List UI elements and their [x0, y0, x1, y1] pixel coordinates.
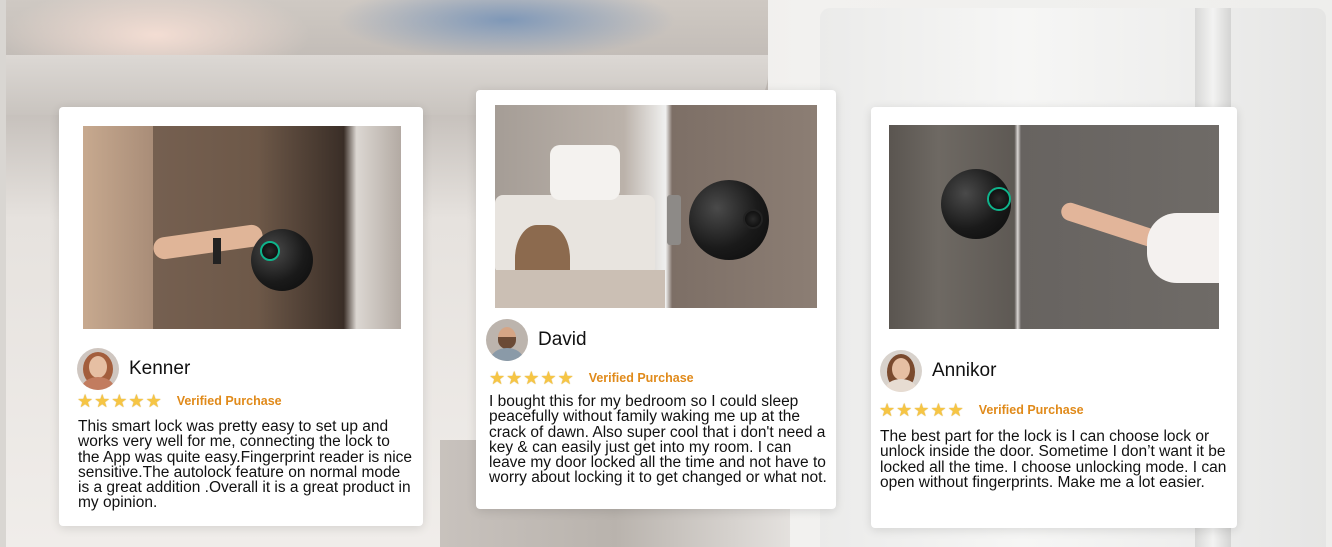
- star-rating: ★ ★ ★ ★ ★: [879, 401, 965, 419]
- avatar: [880, 350, 922, 392]
- review-card-kenner: Kenner ★ ★ ★ ★ ★ Verified Purchase This …: [59, 107, 423, 526]
- rating: ★ ★ ★ ★ ★ Verified Purchase: [879, 401, 1084, 419]
- star-icon: ★: [128, 391, 145, 411]
- review-text: The best part for the lock is I can choo…: [880, 428, 1227, 491]
- review-photo: [83, 126, 401, 329]
- star-icon: ★: [879, 400, 896, 420]
- reviewer-name: David: [538, 329, 587, 350]
- star-icon: ★: [540, 368, 557, 388]
- star-icon: ★: [111, 391, 128, 411]
- verified-purchase-label: Verified Purchase: [978, 403, 1084, 417]
- rating: ★ ★ ★ ★ ★ Verified Purchase: [489, 369, 694, 387]
- star-icon: ★: [145, 391, 162, 411]
- reviewer: Annikor: [880, 350, 996, 392]
- star-icon: ★: [896, 400, 913, 420]
- arm: [152, 223, 264, 261]
- verified-purchase-label: Verified Purchase: [176, 394, 282, 408]
- star-icon: ★: [523, 368, 540, 388]
- star-icon: ★: [489, 368, 506, 388]
- sleeve: [83, 126, 153, 329]
- star-rating: ★ ★ ★ ★ ★: [489, 369, 575, 387]
- star-rating: ★ ★ ★ ★ ★: [77, 392, 163, 410]
- review-photo: [889, 125, 1219, 329]
- review-card-david: David ★ ★ ★ ★ ★ Verified Purchase I boug…: [476, 90, 836, 509]
- review-text: This smart lock was pretty easy to set u…: [78, 418, 413, 512]
- reviewer: Kenner: [77, 348, 190, 390]
- review-photo: [495, 105, 817, 308]
- verified-purchase-label: Verified Purchase: [588, 371, 694, 385]
- latch-plate: [667, 195, 681, 245]
- avatar: [77, 348, 119, 390]
- star-icon: ★: [557, 368, 574, 388]
- lock-knob: [251, 229, 313, 291]
- star-icon: ★: [77, 391, 94, 411]
- floor: [495, 270, 665, 308]
- sleeve: [1147, 213, 1219, 283]
- reviewer: David: [486, 319, 587, 361]
- avatar: [486, 319, 528, 361]
- star-icon: ★: [930, 400, 947, 420]
- fingerprint-sensor-icon: [987, 187, 1011, 211]
- reviewer-name: Kenner: [129, 358, 191, 379]
- fingerprint-sensor-icon: [743, 209, 763, 229]
- star-icon: ★: [94, 391, 111, 411]
- watch-band: [213, 238, 221, 264]
- review-text: I bought this for my bedroom so I could …: [489, 393, 827, 487]
- star-icon: ★: [913, 400, 930, 420]
- pillow: [550, 145, 620, 200]
- star-icon: ★: [947, 400, 964, 420]
- rating: ★ ★ ★ ★ ★ Verified Purchase: [77, 392, 282, 410]
- fingerprint-sensor-icon: [260, 241, 280, 261]
- reviewer-name: Annikor: [932, 360, 997, 381]
- star-icon: ★: [506, 368, 523, 388]
- review-card-annikor: Annikor ★ ★ ★ ★ ★ Verified Purchase The …: [871, 107, 1237, 528]
